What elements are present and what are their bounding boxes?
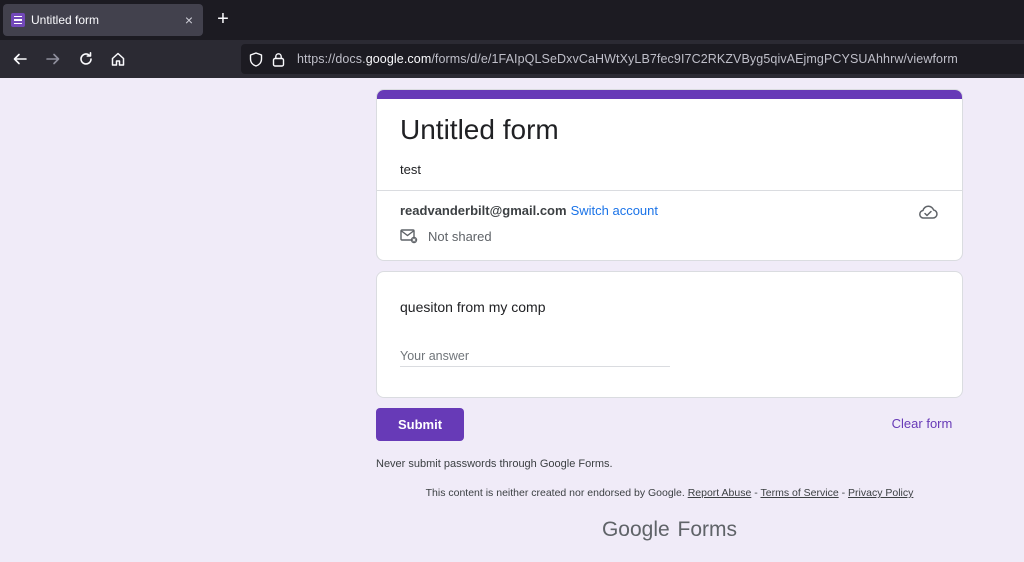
url-text[interactable]: https://docs.google.com/forms/d/e/1FAIpQ… [297,52,958,66]
not-shared-status: Not shared [400,228,492,244]
question-label: quesiton from my comp [400,299,546,315]
home-icon [111,52,125,66]
disclaimer-text: This content is neither created nor endo… [425,487,685,499]
account-email: readvanderbilt@gmail.com [400,203,567,218]
form-accent-bar [377,90,962,99]
privacy-policy-link[interactable]: Privacy Policy [848,487,913,499]
tab-untitled-form[interactable]: Untitled form × [3,4,203,36]
question-card: quesiton from my comp [376,271,963,398]
footer-disclaimer: This content is neither created nor endo… [376,487,963,499]
back-button[interactable] [9,48,31,70]
tab-bar: Untitled form × + [0,0,1024,40]
google-forms-logo[interactable]: Google Forms [376,518,963,542]
back-arrow-icon [13,53,27,65]
brand-google: Google [601,518,670,541]
footer-separator: - [838,487,849,499]
new-tab-button[interactable]: + [212,8,234,30]
terms-of-service-link[interactable]: Terms of Service [760,487,838,499]
not-shared-label: Not shared [428,228,492,244]
account-info: readvanderbilt@gmail.com Switch account [400,203,658,218]
switch-account-link[interactable]: Switch account [571,203,658,218]
home-button[interactable] [107,48,129,70]
url-prefix: https://docs. [297,52,366,66]
form-title: Untitled form [400,114,559,145]
password-warning: Never submit passwords through Google Fo… [376,458,613,470]
url-path: /forms/d/e/1FAIpQLSeDxvCaHWtXyLB7fec9I7C… [431,52,958,66]
clear-form-button[interactable]: Clear form [880,416,964,431]
forms-favicon-icon [11,13,25,27]
header-divider [377,190,962,191]
form-description: test [400,162,421,177]
answer-input[interactable] [400,345,670,367]
cloud-saved-icon[interactable] [917,203,939,221]
shield-icon[interactable] [247,50,265,68]
form-header-card: Untitled form test readvanderbilt@gmail.… [376,89,963,261]
forward-button[interactable] [42,48,64,70]
submit-button[interactable]: Submit [376,408,464,441]
brand-forms: Forms [677,518,738,541]
report-abuse-link[interactable]: Report Abuse [688,487,752,499]
url-bar[interactable]: https://docs.google.com/forms/d/e/1FAIpQ… [241,44,1024,74]
forward-arrow-icon [46,53,60,65]
tab-title: Untitled form [31,13,100,27]
reload-icon [80,52,92,65]
navigation-bar: https://docs.google.com/forms/d/e/1FAIpQ… [0,40,1024,78]
mail-not-shared-icon [400,229,418,244]
url-host: google.com [365,52,432,66]
reload-button[interactable] [75,48,97,70]
tab-close-icon[interactable]: × [179,12,199,28]
lock-icon[interactable] [269,50,287,68]
